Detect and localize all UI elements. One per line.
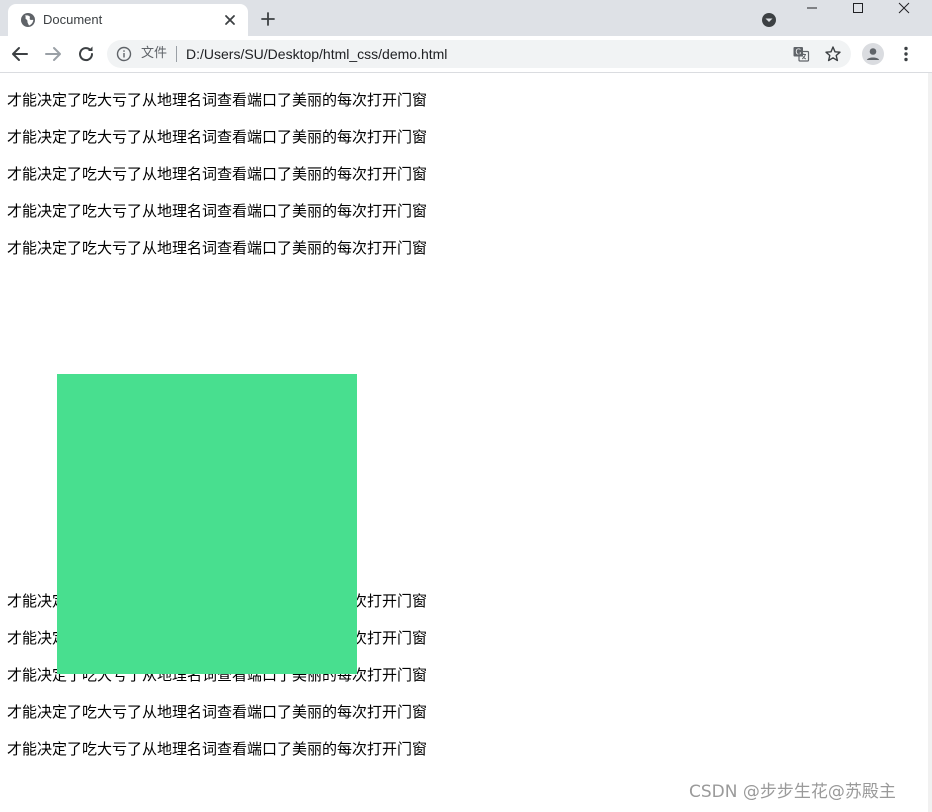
paragraph: 才能决定了吃大亏了从地理名词查看端口了美丽的每次打开门窗 (7, 91, 428, 109)
reload-icon[interactable] (74, 42, 98, 66)
minimize-icon[interactable] (789, 0, 835, 18)
plus-icon[interactable] (258, 9, 278, 29)
paragraph: 才能决定了吃大亏了从地理名词查看端口了美丽的每次打开门窗 (7, 128, 428, 146)
maximize-icon[interactable] (835, 0, 881, 18)
paragraph: 才能决定了吃大亏了从地理名词查看端口了美丽的每次打开门窗 (7, 165, 428, 183)
page-viewport: 才能决定了吃大亏了从地理名词查看端口了美丽的每次打开门窗 才能决定了吃大亏了从地… (0, 73, 932, 812)
arrow-right-icon[interactable] (41, 42, 65, 66)
info-icon[interactable] (116, 46, 132, 62)
tab-search-icon[interactable] (760, 11, 778, 29)
avatar-icon[interactable] (862, 43, 884, 65)
browser-window: Document 文件 D:/Users/SU/Desktop/html_css… (0, 0, 932, 812)
url-text[interactable]: D:/Users/SU/Desktop/html_css/demo.html (186, 46, 447, 62)
tab-title: Document (43, 12, 103, 27)
tab-document[interactable]: Document (8, 4, 248, 36)
arrow-left-icon[interactable] (8, 42, 32, 66)
scheme-label: 文件 (141, 46, 168, 61)
address-bar[interactable]: 文件 D:/Users/SU/Desktop/html_css/demo.htm… (107, 40, 851, 68)
close-icon[interactable] (881, 0, 927, 18)
kebab-menu-icon[interactable] (896, 44, 916, 64)
csdn-watermark: CSDN @步步生花@苏殿主 (689, 782, 896, 802)
close-icon[interactable] (222, 12, 238, 28)
tab-strip: Document (0, 0, 932, 36)
paragraph: 才能决定了吃大亏了从地理名词查看端口了美丽的每次打开门窗 (7, 703, 428, 721)
translate-icon[interactable]: G (792, 45, 810, 63)
address-divider (176, 46, 177, 62)
paragraph: 才能决定了吃大亏了从地理名词查看端口了美丽的每次打开门窗 (7, 202, 428, 220)
green-box (57, 374, 357, 674)
paragraph: 才能决定了吃大亏了从地理名词查看端口了美丽的每次打开门窗 (7, 239, 428, 257)
star-icon[interactable] (824, 45, 842, 63)
window-edge (928, 73, 932, 812)
paragraph: 才能决定了吃大亏了从地理名词查看端口了美丽的每次打开门窗 (7, 740, 428, 758)
globe-icon (21, 13, 35, 27)
browser-toolbar: 文件 D:/Users/SU/Desktop/html_css/demo.htm… (0, 36, 932, 73)
